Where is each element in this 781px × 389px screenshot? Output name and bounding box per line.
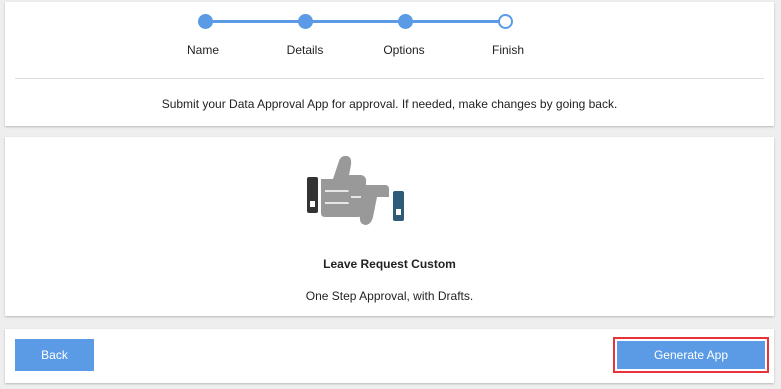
thumbs-up-down-icon xyxy=(307,155,404,225)
wizard-header-card: Name Details Options Finish Submit your … xyxy=(5,2,774,126)
step-dot-options[interactable] xyxy=(398,14,413,29)
step-label-details: Details xyxy=(286,43,324,57)
actions-bar: Back Generate App xyxy=(5,329,774,383)
app-name: Leave Request Custom xyxy=(323,257,456,271)
header-divider xyxy=(15,78,764,79)
step-dot-details[interactable] xyxy=(298,14,313,29)
step-dot-finish[interactable] xyxy=(498,14,513,29)
stepper-track xyxy=(210,20,510,23)
step-label-options: Options xyxy=(383,43,425,57)
back-button[interactable]: Back xyxy=(15,339,94,371)
app-description: One Step Approval, with Drafts. xyxy=(305,289,474,303)
step-label-name: Name xyxy=(186,43,220,57)
step-dot-name[interactable] xyxy=(198,14,213,29)
generate-app-button[interactable]: Generate App xyxy=(617,341,765,369)
app-summary-card: Leave Request Custom One Step Approval, … xyxy=(5,137,774,316)
generate-app-highlight: Generate App xyxy=(613,337,769,373)
instructions-text: Submit your Data Approval App for approv… xyxy=(161,97,618,111)
wizard-stepper: Name Details Options Finish xyxy=(5,2,774,72)
step-label-finish: Finish xyxy=(491,43,525,57)
